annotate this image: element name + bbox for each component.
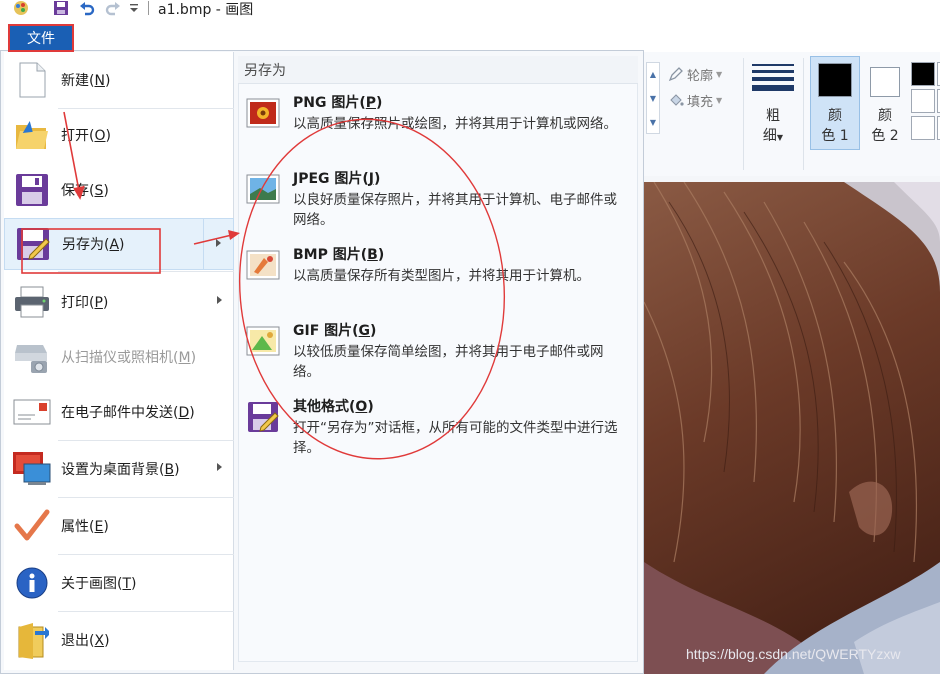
paint-app-icon[interactable] <box>12 0 30 16</box>
fill-bucket-icon <box>668 92 684 108</box>
menu-wallpaper[interactable]: 设置为桌面背景(B) <box>4 441 234 497</box>
color1-label: 颜 色 1 <box>810 106 860 146</box>
ribbon-divider-2 <box>803 58 804 170</box>
other-description: 打开“另存为”对话框，从所有可能的文件类型中进行选择。 <box>293 420 618 456</box>
ribbon-divider <box>743 58 744 170</box>
expand-gallery-icon[interactable]: ▼ <box>647 111 659 135</box>
palette-swatch-white-2[interactable] <box>911 116 935 140</box>
submenu-item-gif[interactable]: GIF 图片(G) 以较低质量保存简单绘图，并将其用于电子邮件或网络。 <box>242 320 632 388</box>
menu-email[interactable]: 在电子邮件中发送(D) <box>4 384 234 440</box>
color1-label-bottom: 色 1 <box>821 128 849 144</box>
floppy-save-icon <box>12 170 52 210</box>
menu-about[interactable]: 关于画图(T) <box>4 555 234 611</box>
palette-swatch-black[interactable] <box>911 62 935 86</box>
menu-new[interactable]: 新建(N) <box>4 52 234 108</box>
size-label-bottom: 细 <box>762 128 777 144</box>
save-as-icon <box>13 224 53 264</box>
color2-label-top: 颜 <box>878 108 892 124</box>
menu-scanner: 从扫描仪或照相机(M) <box>4 329 234 385</box>
submenu-item-bmp[interactable]: BMP 图片(B) 以高质量保存所有类型图片，并将其用于计算机。 <box>242 244 632 312</box>
drawing-canvas[interactable] <box>644 182 940 674</box>
outline-label: 轮廓 <box>687 68 714 84</box>
size-label[interactable]: 粗 细▼ <box>752 106 794 148</box>
submenu-item-other[interactable]: 其他格式(O) 打开“另存为”对话框，从所有可能的文件类型中进行选择。 <box>242 396 632 464</box>
desktop-monitor-icon <box>12 449 52 489</box>
blank-page-icon <box>12 60 52 100</box>
gif-image-icon <box>246 324 280 358</box>
title-separator <box>148 1 149 15</box>
submenu-arrow-icon <box>216 239 221 247</box>
menu-exit[interactable]: 退出(X) <box>4 612 234 668</box>
file-tab-label: 文件 <box>27 31 55 47</box>
redo-icon[interactable] <box>104 0 122 16</box>
color1-label-top: 颜 <box>828 108 842 124</box>
fill-caret-icon: ▼ <box>716 95 723 105</box>
shapes-scroll[interactable]: ▲ ▼ ▼ <box>646 62 660 134</box>
submenu-item-png[interactable]: PNG 图片(P) 以高质量保存照片或绘图，并将其用于计算机或网络。 <box>242 92 632 160</box>
menu-open[interactable]: 打开(O) <box>4 107 234 163</box>
submenu-header: 另存为 <box>238 56 638 84</box>
color1-swatch <box>818 63 852 97</box>
bmp-image-icon <box>246 248 280 282</box>
menu-print[interactable]: 打印(P) <box>4 274 234 330</box>
png-image-icon <box>246 96 280 130</box>
title-bar: a1.bmp - 画图 <box>0 0 940 20</box>
submenu-arrow-icon <box>217 463 222 471</box>
other-format-icon <box>246 400 280 434</box>
printer-icon <box>12 282 52 322</box>
fill-button[interactable]: 填充 ▼ <box>668 90 722 110</box>
info-icon <box>12 563 52 603</box>
jpeg-image-icon <box>246 172 280 206</box>
color2-label-bottom: 色 2 <box>871 128 899 144</box>
palette-swatch-white-1[interactable] <box>911 89 935 113</box>
email-envelope-icon <box>12 392 52 432</box>
save-icon[interactable] <box>52 0 70 16</box>
bmp-description: 以高质量保存所有类型图片，并将其用于计算机。 <box>293 268 590 284</box>
exit-door-icon <box>12 620 52 660</box>
customize-dropdown-icon[interactable] <box>128 0 140 16</box>
scroll-up-icon[interactable]: ▲ <box>647 63 659 87</box>
window-title: a1.bmp - 画图 <box>158 2 254 18</box>
canvas-photo <box>644 182 940 674</box>
menu-save[interactable]: 保存(S) <box>4 162 234 218</box>
file-tab-button[interactable]: 文件 <box>8 24 74 52</box>
undo-icon[interactable] <box>78 0 96 16</box>
outline-button[interactable]: 轮廓 ▼ <box>668 64 722 84</box>
submenu-arrow-icon <box>217 296 222 304</box>
fill-label: 填充 <box>687 94 714 110</box>
outline-caret-icon: ▼ <box>716 69 723 79</box>
gif-description: 以较低质量保存简单绘图，并将其用于电子邮件或网络。 <box>293 344 604 380</box>
open-folder-icon <box>12 115 52 155</box>
watermark-text: https://blog.csdn.net/QWERTYzxw <box>686 646 901 662</box>
submenu-item-jpeg[interactable]: JPEG 图片(J) 以良好质量保存照片，并将其用于计算机、电子邮件或网络。 <box>242 168 632 236</box>
menu-properties[interactable]: 属性(E) <box>4 498 234 554</box>
checkmark-icon <box>12 506 52 546</box>
jpeg-description: 以良好质量保存照片，并将其用于计算机、电子邮件或网络。 <box>293 192 617 228</box>
ribbon-tab-strip <box>644 22 940 52</box>
color2-swatch[interactable] <box>870 67 900 97</box>
color2-label[interactable]: 颜 色 2 <box>862 106 908 146</box>
scanner-camera-icon <box>12 337 52 377</box>
size-label-top: 粗 <box>766 108 780 124</box>
png-description: 以高质量保存照片或绘图，并将其用于计算机或网络。 <box>293 116 617 132</box>
outline-pen-icon <box>668 66 684 82</box>
size-caret-icon: ▼ <box>776 133 784 142</box>
menu-save-as[interactable]: 另存为(A) <box>4 218 234 270</box>
scroll-down-icon[interactable]: ▼ <box>647 87 659 111</box>
